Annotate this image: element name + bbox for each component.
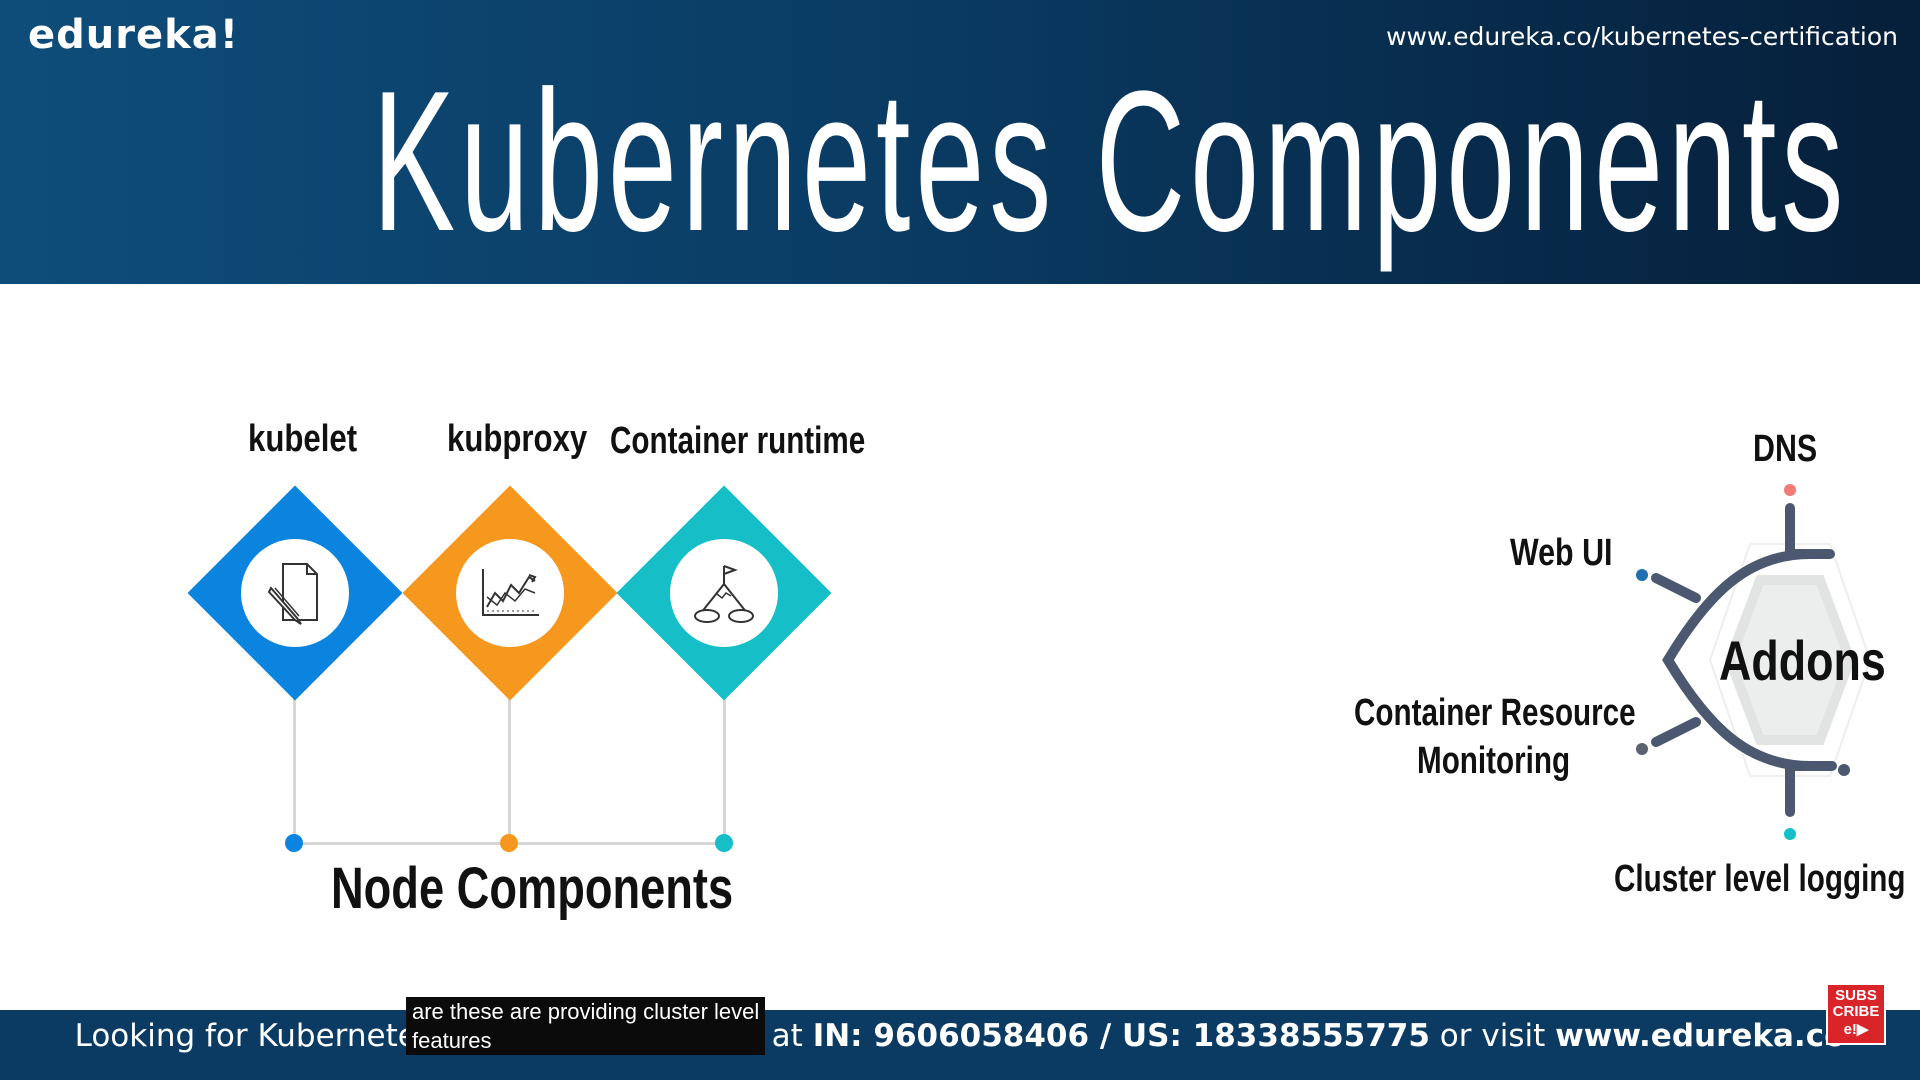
kubproxy-icon-circle xyxy=(456,539,564,647)
footer-text: Looking for Kubernetes Certification? Ca… xyxy=(0,1018,1920,1054)
web-ui-dot xyxy=(1636,569,1648,581)
monitoring-label-line2: Monitoring xyxy=(1417,740,1571,782)
page-title: Kubernetes Components xyxy=(372,50,1849,273)
line-chart-icon xyxy=(482,569,539,616)
header-url[interactable]: www.edureka.co/kubernetes-certification xyxy=(1386,22,1898,51)
kubproxy-label: kubproxy xyxy=(447,418,588,460)
caption-line2: features xyxy=(412,1028,492,1053)
subscribe-line1: SUBS xyxy=(1835,987,1877,1004)
container-runtime-label: Container runtime xyxy=(610,420,866,462)
subscribe-button[interactable]: SUBS CRIBE e!▶ xyxy=(1826,983,1886,1045)
footer-site-link[interactable]: www.edureka.co xyxy=(1555,1018,1845,1054)
web-ui-label: Web UI xyxy=(1510,532,1613,574)
kubelet-dot xyxy=(285,834,303,852)
container-runtime-dot xyxy=(715,834,733,852)
mountain-flag-icon xyxy=(694,565,754,623)
kubelet-connector xyxy=(293,690,296,842)
footer-mid: or visit xyxy=(1429,1018,1556,1054)
dns-dot xyxy=(1784,484,1796,496)
container-runtime-icon-circle xyxy=(670,539,778,647)
kubelet-label: kubelet xyxy=(248,418,358,460)
monitoring-dot xyxy=(1636,743,1648,755)
dns-label: DNS xyxy=(1753,428,1818,470)
container-runtime-connector xyxy=(723,690,726,842)
document-pen-icon xyxy=(267,563,318,625)
cluster-logging-label: Cluster level logging xyxy=(1614,858,1906,900)
footer-phone: IN: 9606058406 / US: 18338555775 xyxy=(812,1018,1430,1054)
kubproxy-connector xyxy=(508,690,511,842)
logging-dot xyxy=(1784,828,1796,840)
monitoring-label-line1: Container Resource xyxy=(1354,692,1636,734)
edureka-logo[interactable]: edureka! xyxy=(28,12,239,58)
right-end-dot xyxy=(1838,764,1850,776)
subscribe-line3: e!▶ xyxy=(1843,1021,1869,1038)
addons-center-label: Addons xyxy=(1719,629,1886,692)
video-caption: are these are providing cluster level fe… xyxy=(406,997,766,1055)
caption-line1: are these are providing cluster level xyxy=(412,999,760,1024)
node-components-title: Node Components xyxy=(331,856,734,921)
kubelet-icon-circle xyxy=(241,539,349,647)
kubproxy-dot xyxy=(500,834,518,852)
subscribe-line2: CRIBE xyxy=(1832,1003,1880,1020)
